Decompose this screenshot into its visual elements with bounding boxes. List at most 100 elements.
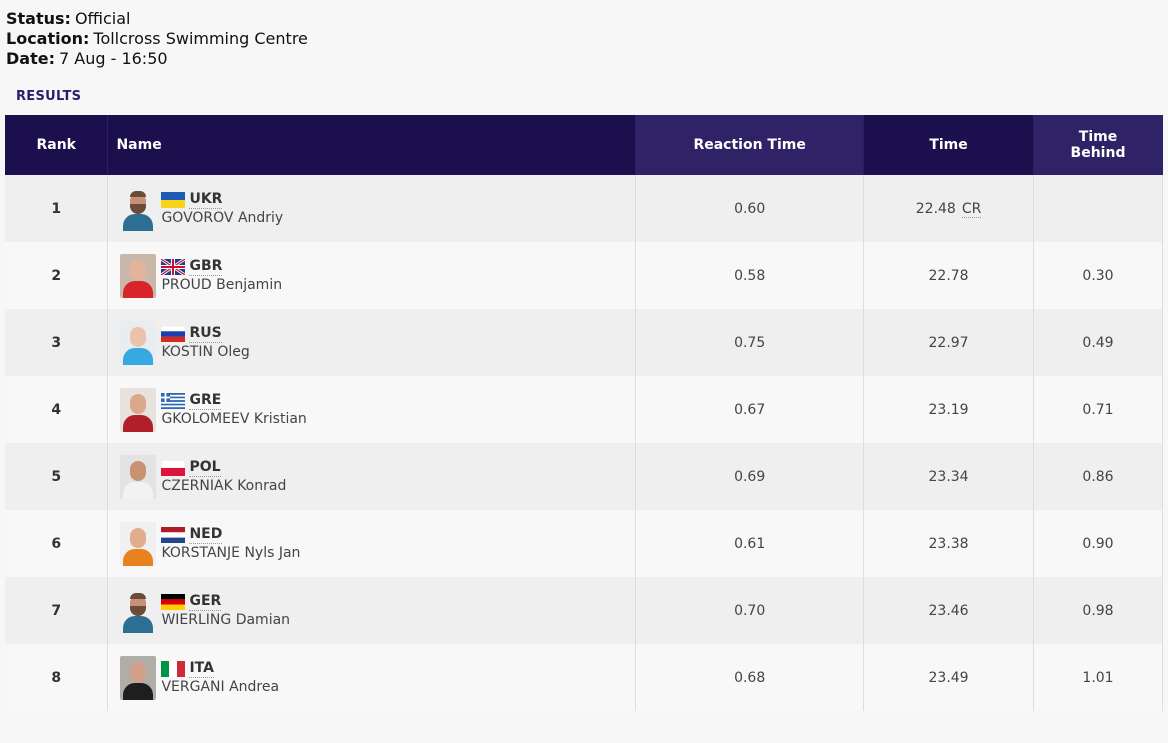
- athlete-cell: ITA VERGANI Andrea: [107, 644, 637, 711]
- table-row: 4 GRE GKOLOMEEV Kristian 0.67 23.19 0.71: [5, 376, 1163, 443]
- rank-cell: 1: [5, 175, 109, 242]
- flag-icon-gbr: [160, 257, 187, 277]
- rank-cell: 6: [5, 510, 109, 577]
- flag-icon-ukr: [161, 192, 186, 208]
- column-header-time[interactable]: Time: [863, 115, 1035, 175]
- rank-cell: 4: [5, 376, 109, 443]
- location-value: Tollcross Swimming Centre: [93, 29, 308, 48]
- athlete-cell: UKR GOVOROV Andriy: [107, 175, 637, 242]
- status-label: Status:: [6, 9, 71, 28]
- column-header-name[interactable]: Name: [107, 115, 637, 175]
- reaction-time-cell: 0.60: [635, 175, 865, 242]
- athlete-name[interactable]: KORSTANJE Nyls Jan: [161, 545, 300, 561]
- time-cell: 22.48 CR: [863, 175, 1035, 242]
- flag-icon-rus: [161, 325, 186, 342]
- athlete-cell: GER WIERLING Damian: [107, 577, 637, 644]
- athlete-name[interactable]: GOVOROV Andriy: [161, 210, 283, 226]
- reaction-time-cell: 0.61: [635, 510, 865, 577]
- flag-icon-ita: [161, 661, 186, 677]
- athlete-cell: GBR PROUD Benjamin: [107, 242, 637, 309]
- time-behind-cell: [1033, 175, 1163, 242]
- flag-icon-gre: [161, 393, 186, 409]
- table-row: 2 GBR PROUD Benjamin 0.58 22.78 0.30: [5, 242, 1163, 309]
- reaction-time-cell: 0.68: [635, 644, 865, 711]
- time-cell: 23.34: [863, 443, 1035, 510]
- athlete-name[interactable]: GKOLOMEEV Kristian: [161, 411, 306, 427]
- time-value: 23.46: [928, 602, 969, 619]
- athlete-photo: [120, 387, 157, 432]
- time-cell: 22.78: [863, 242, 1035, 309]
- reaction-time-cell: 0.69: [635, 443, 865, 510]
- athlete-name[interactable]: WIERLING Damian: [161, 612, 290, 628]
- reaction-time-cell: 0.70: [635, 577, 865, 644]
- athlete-cell: POL CZERNIAK Konrad: [107, 443, 637, 510]
- time-cell: 22.97: [863, 309, 1035, 376]
- flag-icon-ned: [161, 527, 186, 543]
- country-code[interactable]: GRE: [189, 392, 222, 410]
- time-value: 22.48: [915, 200, 956, 217]
- date-line: Date: 7 Aug - 16:50: [6, 49, 308, 69]
- record-badge[interactable]: CR: [961, 200, 982, 218]
- table-row: 3 RUS KOSTIN Oleg 0.75 22.97 0.49: [5, 309, 1163, 376]
- column-header-reaction-time[interactable]: Reaction Time: [635, 115, 865, 175]
- time-value: 22.97: [928, 334, 969, 351]
- athlete-cell: RUS KOSTIN Oleg: [107, 309, 637, 376]
- athlete-photo: [120, 253, 157, 298]
- time-cell: 23.38: [863, 510, 1035, 577]
- results-heading: RESULTS: [16, 89, 82, 104]
- results-table: Rank Name Reaction Time Time Time Behind …: [5, 115, 1163, 711]
- country-code[interactable]: ITA: [189, 660, 214, 678]
- rank-cell: 3: [5, 309, 109, 376]
- flag-icon-ger: [161, 594, 186, 610]
- time-behind-cell: 0.71: [1033, 376, 1163, 443]
- athlete-cell: GRE GKOLOMEEV Kristian: [107, 376, 637, 443]
- table-row: 8 ITA VERGANI Andrea 0.68 23.49 1.01: [5, 644, 1163, 711]
- time-value: 23.34: [928, 468, 969, 485]
- location-line: Location: Tollcross Swimming Centre: [6, 29, 308, 49]
- reaction-time-cell: 0.75: [635, 309, 865, 376]
- rank-cell: 7: [5, 577, 109, 644]
- time-behind-cell: 0.98: [1033, 577, 1163, 644]
- time-behind-cell: 0.30: [1033, 242, 1163, 309]
- date-value: 7 Aug - 16:50: [58, 49, 168, 68]
- athlete-photo: [120, 454, 157, 499]
- time-value: 23.49: [928, 669, 969, 686]
- avatar-icon: [120, 187, 156, 231]
- table-row: 6 NED KORSTANJE Nyls Jan 0.61 23.38 0.90: [5, 510, 1163, 577]
- time-cell: 23.49: [863, 644, 1035, 711]
- table-row: 1 UKR GOVOROV Andriy 0.60 22.48 CR: [5, 175, 1163, 242]
- column-header-rank[interactable]: Rank: [5, 115, 109, 175]
- flag-icon-pol: [161, 459, 186, 476]
- country-code[interactable]: NED: [189, 526, 223, 544]
- country-code[interactable]: GER: [189, 593, 222, 611]
- status-line: Status: Official: [6, 9, 308, 29]
- athlete-photo: [120, 521, 157, 566]
- time-behind-cell: 0.90: [1033, 510, 1163, 577]
- country-code[interactable]: UKR: [189, 191, 223, 209]
- time-cell: 23.46: [863, 577, 1035, 644]
- time-value: 23.19: [928, 401, 969, 418]
- avatar-icon: [120, 589, 156, 633]
- time-behind-cell: 0.86: [1033, 443, 1163, 510]
- reaction-time-cell: 0.67: [635, 376, 865, 443]
- time-behind-cell: 1.01: [1033, 644, 1163, 711]
- athlete-name[interactable]: CZERNIAK Konrad: [161, 478, 286, 494]
- table-row: 5 POL CZERNIAK Konrad 0.69 23.34 0.86: [5, 443, 1163, 510]
- rank-cell: 8: [5, 644, 109, 711]
- country-code[interactable]: POL: [189, 459, 221, 477]
- reaction-time-cell: 0.58: [635, 242, 865, 309]
- rank-cell: 2: [5, 242, 109, 309]
- time-value: 22.78: [928, 267, 969, 284]
- time-cell: 23.19: [863, 376, 1035, 443]
- athlete-name[interactable]: KOSTIN Oleg: [161, 344, 249, 360]
- column-header-time-behind[interactable]: Time Behind: [1033, 115, 1163, 175]
- country-code[interactable]: RUS: [189, 325, 222, 343]
- athlete-cell: NED KORSTANJE Nyls Jan: [107, 510, 637, 577]
- country-code[interactable]: GBR: [189, 258, 223, 276]
- time-value: 23.38: [928, 535, 969, 552]
- status-value: Official: [74, 9, 131, 28]
- athlete-name[interactable]: VERGANI Andrea: [161, 679, 279, 695]
- event-info: Status: Official Location: Tollcross Swimm…: [6, 9, 308, 69]
- athlete-name[interactable]: PROUD Benjamin: [161, 277, 282, 293]
- athlete-photo: [120, 655, 157, 700]
